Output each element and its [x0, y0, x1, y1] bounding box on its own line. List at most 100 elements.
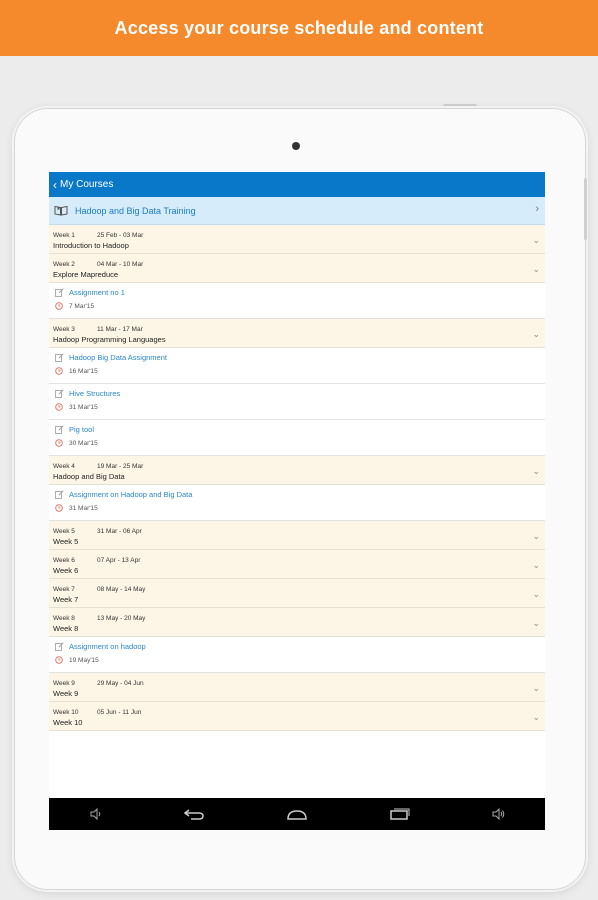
edit-note-icon [55, 288, 64, 297]
week-list: Week 1 25 Feb - 03 Mar Introduction to Had… [49, 225, 545, 731]
week-title: Week 6 [53, 566, 79, 575]
week-dates: 25 Feb - 03 Mar [97, 232, 144, 239]
clock-icon [55, 367, 63, 375]
tablet-volume-button [584, 178, 587, 240]
week-dates: 07 Apr - 13 Apr [97, 557, 141, 564]
week-row[interactable]: Week 8 13 May - 20 May Week 8 ⌄ [49, 608, 545, 637]
week-number: Week 3 [53, 326, 75, 333]
assignment-due-date: 7 Mar'15 [69, 302, 95, 310]
assignment-item[interactable]: Hadoop Big Data Assignment 16 Mar'15 [49, 348, 545, 384]
home-icon[interactable] [285, 808, 309, 820]
banner-text: Access your course schedule and content [114, 17, 484, 38]
assignment-due-date: 16 Mar'15 [69, 367, 98, 375]
week-meta: Week 6 07 Apr - 13 Apr [53, 557, 545, 564]
assignment-item[interactable]: Hive Structures 31 Mar'15 [49, 384, 545, 420]
week-meta: Week 1 25 Feb - 03 Mar [53, 232, 545, 239]
week-meta: Week 7 08 May - 14 May [53, 586, 545, 593]
week-dates: 11 Mar - 17 Mar [97, 326, 143, 333]
chevron-down-icon[interactable]: ⌄ [532, 235, 540, 246]
week-meta: Week 2 04 Mar - 10 Mar [53, 261, 545, 268]
assignment-item[interactable]: Assignment on hadoop 19 May'15 [49, 637, 545, 673]
week-row[interactable]: Week 1 25 Feb - 03 Mar Introduction to Had… [49, 225, 545, 254]
week-row[interactable]: Week 3 11 Mar - 17 Mar Hadoop Programming … [49, 319, 545, 348]
chevron-down-icon[interactable]: ⌄ [532, 466, 540, 477]
assignment-link[interactable]: Hadoop Big Data Assignment [69, 353, 167, 362]
back-chevron-icon[interactable]: ‹ [53, 179, 57, 191]
assignment-link[interactable]: Assignment on Hadoop and Big Data [69, 490, 192, 499]
assignment-due-date: 30 Mar'15 [69, 439, 98, 447]
chevron-down-icon[interactable]: ⌄ [532, 531, 540, 542]
week-title: Week 7 [53, 595, 79, 604]
week-number: Week 5 [53, 528, 75, 535]
edit-note-icon [55, 642, 64, 651]
assignment-item[interactable]: Assignment on Hadoop and Big Data 31 Mar'… [49, 485, 545, 521]
week-title: Week 8 [53, 624, 79, 633]
android-nav-bar [49, 798, 545, 830]
week-row[interactable]: Week 5 31 Mar - 06 Apr Week 5 ⌄ [49, 521, 545, 550]
promo-banner: Access your course schedule and content [0, 0, 598, 56]
week-dates: 31 Mar - 06 Apr [97, 528, 142, 535]
week-dates: 13 May - 20 May [97, 615, 146, 622]
week-row[interactable]: Week 4 19 Mar - 25 Mar Hadoop and Big Data… [49, 456, 545, 485]
week-title: Hadoop Programming Languages [53, 335, 166, 344]
week-dates: 08 May - 14 May [97, 586, 146, 593]
assignment-link[interactable]: Assignment on hadoop [69, 642, 146, 651]
assignment-link[interactable]: Hive Structures [69, 389, 120, 398]
week-number: Week 8 [53, 615, 75, 622]
chevron-down-icon[interactable]: ⌄ [532, 589, 540, 600]
week-title: Introduction to Hadoop [53, 241, 129, 250]
chevron-down-icon[interactable]: ⌄ [532, 618, 540, 629]
assignment-item[interactable]: Assignment no 1 7 Mar'15 [49, 283, 545, 319]
week-meta: Week 3 11 Mar - 17 Mar [53, 326, 545, 333]
course-title: Hadoop and Big Data Training [75, 205, 196, 216]
edit-note-icon [55, 353, 64, 362]
assignment-item[interactable]: Pig tool 30 Mar'15 [49, 420, 545, 456]
volume-up-icon[interactable] [491, 808, 505, 820]
clock-icon [55, 504, 63, 512]
week-dates: 05 Jun - 11 Jun [97, 709, 142, 716]
week-row[interactable]: Week 2 04 Mar - 10 Mar Explore Mapreduce ⌄ [49, 254, 545, 283]
week-title: Week 10 [53, 718, 83, 727]
chevron-down-icon[interactable]: ⌄ [532, 329, 540, 340]
recents-icon[interactable] [389, 808, 411, 820]
course-header-row[interactable]: Hadoop and Big Data Training › [49, 197, 545, 225]
edit-note-icon [55, 389, 64, 398]
week-meta: Week 10 05 Jun - 11 Jun [53, 709, 545, 716]
chevron-down-icon[interactable]: ⌄ [532, 560, 540, 571]
week-number: Week 1 [53, 232, 75, 239]
week-title: Week 5 [53, 537, 79, 546]
week-meta: Week 4 19 Mar - 25 Mar [53, 463, 545, 470]
chevron-down-icon[interactable]: ⌄ [532, 264, 540, 275]
volume-down-icon[interactable] [89, 808, 103, 820]
assignment-link[interactable]: Pig tool [69, 425, 94, 434]
week-number: Week 10 [53, 709, 79, 716]
week-number: Week 6 [53, 557, 75, 564]
week-meta: Week 9 29 May - 04 Jun [53, 680, 545, 687]
week-row[interactable]: Week 6 07 Apr - 13 Apr Week 6 ⌄ [49, 550, 545, 579]
chevron-down-icon[interactable]: ⌄ [532, 683, 540, 694]
front-camera [292, 142, 300, 150]
week-number: Week 9 [53, 680, 75, 687]
week-dates: 19 Mar - 25 Mar [97, 463, 144, 470]
assignment-due-date: 19 May'15 [69, 656, 99, 664]
week-row[interactable]: Week 10 05 Jun - 11 Jun Week 10 ⌄ [49, 702, 545, 731]
clock-icon [55, 403, 63, 411]
week-row[interactable]: Week 9 29 May - 04 Jun Week 9 ⌄ [49, 673, 545, 702]
week-number: Week 4 [53, 463, 75, 470]
week-dates: 04 Mar - 10 Mar [97, 261, 144, 268]
week-row[interactable]: Week 7 08 May - 14 May Week 7 ⌄ [49, 579, 545, 608]
chevron-down-icon[interactable]: ⌄ [532, 712, 540, 723]
assignment-due-date: 31 Mar'15 [69, 504, 98, 512]
week-title: Hadoop and Big Data [53, 472, 125, 481]
clock-icon [55, 439, 63, 447]
assignment-due-date: 31 Mar'15 [69, 403, 98, 411]
week-number: Week 7 [53, 586, 75, 593]
app-bar: ‹ My Courses [49, 172, 545, 197]
back-icon[interactable] [183, 808, 205, 820]
clock-icon [55, 302, 63, 310]
week-dates: 29 May - 04 Jun [97, 680, 144, 687]
assignment-link[interactable]: Assignment no 1 [69, 288, 125, 297]
back-link-my-courses[interactable]: My Courses [60, 179, 113, 190]
week-number: Week 2 [53, 261, 75, 268]
week-meta: Week 5 31 Mar - 06 Apr [53, 528, 545, 535]
